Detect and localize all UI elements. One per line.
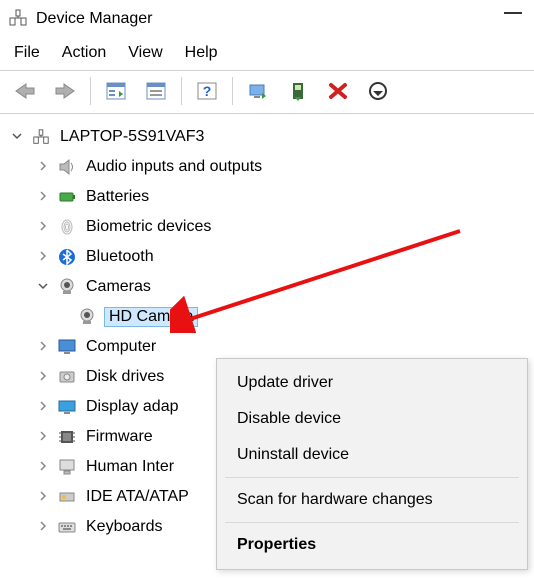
context-menu: Update driver Disable device Uninstall d…: [216, 358, 528, 570]
collapse-icon[interactable]: [36, 490, 50, 504]
keyboard-icon: [56, 516, 78, 538]
svg-text:?: ?: [203, 83, 212, 99]
context-separator: [225, 477, 519, 478]
camera-icon: [76, 306, 98, 328]
toolbar: ?: [0, 70, 534, 114]
tree-item-label: IDE ATA/ATAP: [84, 488, 191, 506]
fingerprint-icon: [56, 216, 78, 238]
collapse-icon[interactable]: [36, 430, 50, 444]
tree-item-label: Display adap: [84, 398, 181, 416]
expand-icon[interactable]: [10, 130, 24, 144]
forward-button[interactable]: [48, 76, 82, 106]
tree-item-hd-camera[interactable]: HD Camera: [6, 302, 528, 332]
back-button[interactable]: [8, 76, 42, 106]
menu-view[interactable]: View: [128, 44, 162, 62]
menu-file[interactable]: File: [14, 44, 40, 62]
collapse-icon[interactable]: [36, 190, 50, 204]
ctx-properties[interactable]: Properties: [217, 527, 527, 563]
collapse-icon[interactable]: [36, 220, 50, 234]
ctx-uninstall-device[interactable]: Uninstall device: [217, 437, 527, 473]
help-toolbar-button[interactable]: ?: [190, 76, 224, 106]
collapse-icon[interactable]: [36, 160, 50, 174]
show-hide-tree-button[interactable]: [99, 76, 133, 106]
tree-item-label: Bluetooth: [84, 248, 156, 266]
menubar: File Action View Help: [0, 38, 534, 70]
menu-action[interactable]: Action: [62, 44, 106, 62]
tree-item-label: Human Inter: [84, 458, 176, 476]
tree-item-label: Keyboards: [84, 518, 165, 536]
tree-root[interactable]: LAPTOP-5S91VAF3: [6, 122, 528, 152]
battery-icon: [56, 186, 78, 208]
tree-item-label: HD Camera: [104, 307, 198, 327]
tree-item-label: Audio inputs and outputs: [84, 158, 264, 176]
properties-toolbar-button[interactable]: [139, 76, 173, 106]
collapse-icon[interactable]: [36, 400, 50, 414]
tree-item-batteries[interactable]: Batteries: [6, 182, 528, 212]
collapse-icon[interactable]: [36, 370, 50, 384]
toolbar-separator: [90, 77, 91, 105]
minimize-button[interactable]: [504, 12, 522, 14]
hid-icon: [56, 456, 78, 478]
ide-icon: [56, 486, 78, 508]
tree-item-label: Batteries: [84, 188, 151, 206]
context-separator: [225, 522, 519, 523]
tree-item-label: Computer: [84, 338, 158, 356]
collapse-icon[interactable]: [36, 460, 50, 474]
device-manager-icon: [8, 8, 28, 31]
tree-item-audio[interactable]: Audio inputs and outputs: [6, 152, 528, 182]
tree-item-label: Disk drives: [84, 368, 166, 386]
disable-button[interactable]: [361, 76, 395, 106]
ctx-disable-device[interactable]: Disable device: [217, 401, 527, 437]
update-driver-button[interactable]: [281, 76, 315, 106]
display-adapter-icon: [56, 396, 78, 418]
disk-icon: [56, 366, 78, 388]
computer-root-icon: [30, 126, 52, 148]
collapse-icon[interactable]: [36, 340, 50, 354]
tree-item-label: Biometric devices: [84, 218, 213, 236]
ctx-update-driver[interactable]: Update driver: [217, 365, 527, 401]
tree-item-bluetooth[interactable]: Bluetooth: [6, 242, 528, 272]
tree-root-label: LAPTOP-5S91VAF3: [58, 128, 206, 146]
bluetooth-icon: [56, 246, 78, 268]
expand-icon[interactable]: [36, 280, 50, 294]
window-title: Device Manager: [36, 10, 153, 28]
titlebar: Device Manager: [0, 0, 534, 38]
tree-item-label: Firmware: [84, 428, 155, 446]
firmware-icon: [56, 426, 78, 448]
scan-hardware-button[interactable]: [241, 76, 275, 106]
tree-item-cameras[interactable]: Cameras: [6, 272, 528, 302]
collapse-icon[interactable]: [36, 520, 50, 534]
tree-item-biometric[interactable]: Biometric devices: [6, 212, 528, 242]
toolbar-separator: [232, 77, 233, 105]
camera-icon: [56, 276, 78, 298]
tree-item-label: Cameras: [84, 278, 153, 296]
monitor-icon: [56, 336, 78, 358]
speaker-icon: [56, 156, 78, 178]
menu-help[interactable]: Help: [185, 44, 218, 62]
ctx-scan-hardware[interactable]: Scan for hardware changes: [217, 482, 527, 518]
toolbar-separator: [181, 77, 182, 105]
collapse-icon[interactable]: [36, 250, 50, 264]
uninstall-button[interactable]: [321, 76, 355, 106]
